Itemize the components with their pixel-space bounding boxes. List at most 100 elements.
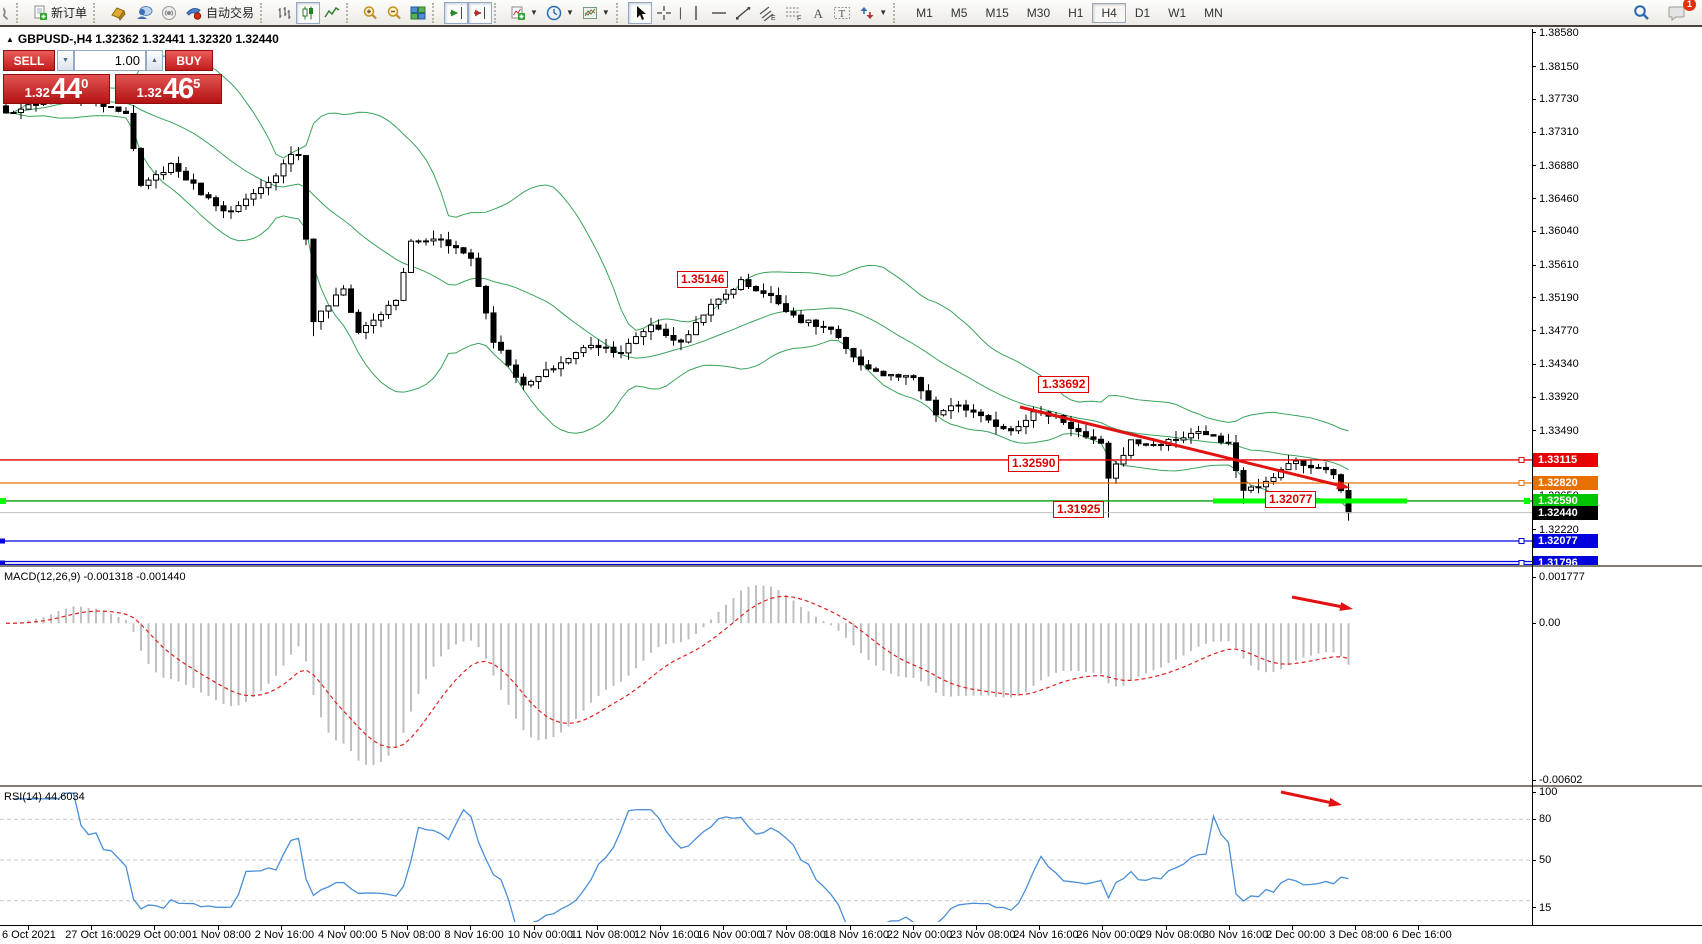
clipped-window-icon bbox=[2, 5, 13, 21]
price-level-label: 1.32077 bbox=[1533, 534, 1598, 548]
cursor-button[interactable] bbox=[628, 2, 652, 24]
chart-shift-icon bbox=[472, 5, 488, 21]
crosshair-button[interactable] bbox=[652, 2, 676, 24]
time-axis-label: 23 Nov 08:00 bbox=[950, 929, 1015, 941]
macd-histogram bbox=[6, 585, 1349, 764]
macd-chart[interactable] bbox=[0, 567, 1532, 785]
timeframe-button-h1[interactable]: H1 bbox=[1059, 3, 1092, 23]
price-tick-label: 1.36460 bbox=[1539, 193, 1579, 205]
indicators-button[interactable]: ▼ bbox=[506, 2, 542, 24]
new-order-button[interactable]: 新订单 bbox=[28, 2, 91, 24]
community-button[interactable] bbox=[131, 2, 157, 24]
time-axis-label: 12 Nov 16:00 bbox=[634, 929, 699, 941]
zoom-out-button[interactable] bbox=[382, 2, 406, 24]
buy-button[interactable]: BUY bbox=[165, 50, 213, 71]
candlestick-chart-button[interactable] bbox=[296, 2, 320, 24]
bar-chart-button[interactable] bbox=[272, 2, 296, 24]
sell-button[interactable]: SELL bbox=[3, 50, 55, 71]
price-tick-label: 1.36040 bbox=[1539, 225, 1579, 237]
time-axis-label: 22 Nov 00:00 bbox=[887, 929, 952, 941]
buy-price-box[interactable]: 1.32 46 5 bbox=[115, 74, 222, 104]
candlestick-chart[interactable] bbox=[0, 29, 1532, 565]
timeframe-button-m1[interactable]: M1 bbox=[907, 3, 942, 23]
price-annotation: 1.32077 bbox=[1265, 491, 1316, 508]
text-button[interactable]: A bbox=[807, 2, 829, 24]
volume-increase-button[interactable]: ▲ bbox=[146, 50, 163, 71]
metaeditor-button[interactable] bbox=[105, 2, 131, 24]
toolbar-grip bbox=[616, 3, 624, 23]
trade-prices-row: 1.32 44 0 1.32 46 5 bbox=[3, 74, 222, 104]
chart-shift-button[interactable] bbox=[468, 2, 492, 24]
fibonacci-button[interactable]: F bbox=[781, 2, 807, 24]
price-annotation: 1.33692 bbox=[1038, 376, 1089, 393]
svg-text:E: E bbox=[771, 15, 776, 21]
toolbar-grip bbox=[893, 3, 901, 23]
line-chart-button[interactable] bbox=[320, 2, 344, 24]
volume-decrease-button[interactable]: ▼ bbox=[57, 50, 74, 71]
notifications-button[interactable]: 1 bbox=[1664, 2, 1690, 24]
time-axis-label: 5 Nov 08:00 bbox=[381, 929, 440, 941]
rsi-panel[interactable]: RSI(14) 44.6034 100805015 bbox=[0, 787, 1702, 922]
rsi-chart[interactable] bbox=[0, 787, 1532, 922]
timeframe-button-d1[interactable]: D1 bbox=[1126, 3, 1159, 23]
search-button[interactable] bbox=[1629, 2, 1654, 24]
sell-price-box[interactable]: 1.32 44 0 bbox=[3, 74, 110, 104]
toolbar-separator: | bbox=[679, 5, 682, 20]
periods-button[interactable]: ▼ bbox=[542, 2, 578, 24]
sell-price-sup: 0 bbox=[81, 76, 88, 91]
vertical-line-button[interactable] bbox=[685, 2, 707, 24]
timeframe-button-m30[interactable]: M30 bbox=[1018, 3, 1059, 23]
price-tick-label: 1.34340 bbox=[1539, 358, 1579, 370]
horizontal-line-button[interactable] bbox=[707, 2, 731, 24]
community-icon bbox=[135, 5, 153, 21]
chart-title-text: GBPUSD-,H4 1.32362 1.32441 1.32320 1.324… bbox=[18, 32, 279, 46]
tile-windows-icon bbox=[410, 5, 426, 21]
main-chart-panel[interactable]: ▲ GBPUSD-,H4 1.32362 1.32441 1.32320 1.3… bbox=[0, 29, 1702, 565]
timeframe-button-w1[interactable]: W1 bbox=[1159, 3, 1195, 23]
time-axis-label: 29 Oct 00:00 bbox=[128, 929, 191, 941]
auto-scroll-button[interactable] bbox=[444, 2, 468, 24]
time-axis-label: 10 Nov 00:00 bbox=[508, 929, 573, 941]
toolbar-grip bbox=[93, 3, 101, 23]
timeframe-button-m15[interactable]: M15 bbox=[976, 3, 1017, 23]
price-tick-label: 1.36880 bbox=[1539, 160, 1579, 172]
price-annotation: 1.31925 bbox=[1053, 501, 1104, 518]
toolbar-grip bbox=[16, 3, 24, 23]
price-tick-label: 1.35610 bbox=[1539, 259, 1579, 271]
tile-windows-button[interactable] bbox=[406, 2, 430, 24]
rsi-axis-label: 15 bbox=[1539, 902, 1551, 914]
notification-badge: 1 bbox=[1683, 0, 1696, 11]
channel-icon: E bbox=[759, 5, 777, 21]
collapse-arrow-icon[interactable]: ▲ bbox=[6, 35, 14, 44]
toolbar-grip bbox=[432, 3, 440, 23]
search-icon bbox=[1633, 4, 1650, 21]
time-axis-label: 26 Nov 00:00 bbox=[1076, 929, 1141, 941]
news-button[interactable] bbox=[157, 2, 181, 24]
macd-panel[interactable]: MACD(12,26,9) -0.001318 -0.001440 0.0017… bbox=[0, 567, 1702, 785]
svg-text:T: T bbox=[839, 8, 846, 20]
timeframe-button-h4[interactable]: H4 bbox=[1092, 3, 1125, 23]
volume-input[interactable]: 1.00 bbox=[74, 50, 146, 71]
time-axis-label: 17 Nov 08:00 bbox=[760, 929, 825, 941]
toolbar-right-group: 1 bbox=[1629, 2, 1700, 24]
zoom-in-button[interactable] bbox=[358, 2, 382, 24]
dropdown-arrow-icon: ▼ bbox=[879, 8, 887, 17]
price-tick-label: 1.33490 bbox=[1539, 425, 1579, 437]
templates-button[interactable]: ▼ bbox=[578, 2, 614, 24]
equidistant-channel-button[interactable]: E bbox=[755, 2, 781, 24]
clipped-icon[interactable] bbox=[2, 2, 14, 24]
autotrading-label: 自动交易 bbox=[206, 4, 254, 21]
timeframe-button-mn[interactable]: MN bbox=[1195, 3, 1232, 23]
time-axis[interactable]: 6 Oct 202127 Oct 16:0029 Oct 00:001 Nov … bbox=[0, 925, 1702, 944]
dropdown-arrow-icon: ▼ bbox=[530, 8, 538, 17]
price-level-label: 1.32440 bbox=[1533, 506, 1598, 520]
trendline-icon bbox=[735, 5, 751, 21]
price-level-label: 1.33115 bbox=[1533, 453, 1598, 467]
trendline-button[interactable] bbox=[731, 2, 755, 24]
timeframe-button-m5[interactable]: M5 bbox=[942, 3, 977, 23]
time-axis-label: 3 Dec 08:00 bbox=[1329, 929, 1388, 941]
arrows-button[interactable]: ▼ bbox=[855, 2, 891, 24]
new-order-label: 新订单 bbox=[51, 4, 87, 21]
text-label-button[interactable]: T bbox=[829, 2, 855, 24]
autotrading-button[interactable]: 自动交易 bbox=[181, 2, 258, 24]
